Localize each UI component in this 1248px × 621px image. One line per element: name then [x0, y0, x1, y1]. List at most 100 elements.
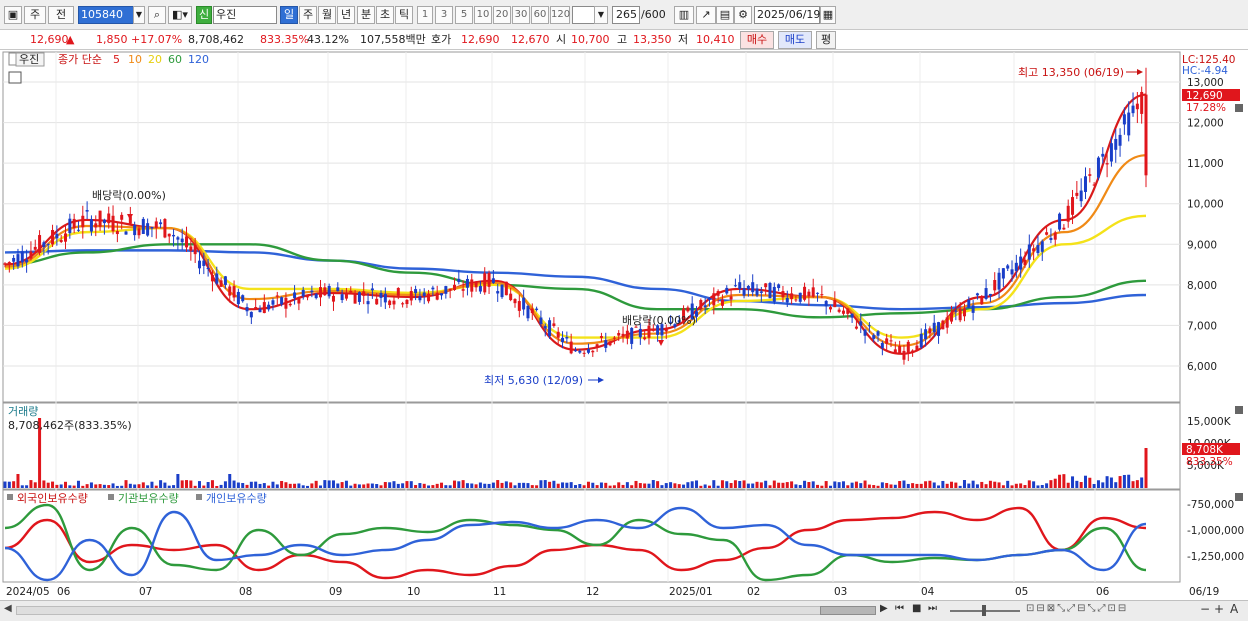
- period-day-button[interactable]: 일: [280, 6, 298, 24]
- volume-bar: [297, 483, 301, 488]
- horizontal-scrollbar[interactable]: [16, 606, 876, 615]
- interval-120-button[interactable]: 120: [550, 6, 570, 24]
- candle-body: [733, 285, 737, 287]
- eval-button[interactable]: 평: [816, 31, 836, 49]
- buy-button[interactable]: 매수: [740, 31, 774, 49]
- calendar-icon[interactable]: ▦: [820, 6, 836, 24]
- volume-bar: [154, 485, 158, 488]
- gear-icon[interactable]: ⚙: [734, 6, 752, 24]
- volume-bar: [846, 485, 850, 488]
- stock-name-field[interactable]: 우진: [213, 6, 277, 24]
- scroll-left-icon[interactable]: ◀: [4, 603, 12, 614]
- count-input[interactable]: 265: [612, 6, 640, 24]
- volume-bar: [102, 484, 106, 488]
- candle-body: [971, 305, 975, 313]
- interval-10-button[interactable]: 10: [474, 6, 492, 24]
- candle-body: [513, 299, 517, 304]
- candle-body: [599, 336, 603, 338]
- sell-button[interactable]: 매도: [778, 31, 812, 49]
- skip-back-icon[interactable]: ⏮: [895, 603, 904, 614]
- candle-body: [686, 307, 690, 312]
- candle-body: [327, 285, 331, 297]
- candle-body: [764, 283, 768, 288]
- scrollbar-thumb[interactable]: [820, 606, 876, 615]
- volume-bar: [924, 481, 928, 488]
- interval-dropdown-icon[interactable]: ▼: [594, 6, 608, 24]
- candle-body: [552, 323, 556, 327]
- interval-3-button[interactable]: 3: [435, 6, 453, 24]
- date-input[interactable]: 2025/06/19: [754, 6, 820, 24]
- candle-body: [72, 218, 76, 229]
- volume-bar: [539, 480, 543, 488]
- volume-bar: [137, 484, 141, 488]
- low-price: 10,410: [696, 33, 735, 46]
- candle-body: [1062, 227, 1066, 230]
- table-view-icon[interactable]: [8, 71, 22, 84]
- price-panel-close-icon[interactable]: [1235, 104, 1243, 112]
- candle-body: [902, 350, 906, 360]
- candle-body: [1045, 232, 1049, 235]
- volume-bar: [401, 483, 405, 488]
- price-tick-label: 10,000: [1187, 199, 1224, 211]
- drawing-tools-icons[interactable]: ⊡⊟⊠⤡⤢⊟⤡⤢⊡⊟: [1026, 603, 1128, 614]
- candle-body: [924, 329, 928, 340]
- market-select[interactable]: 주: [24, 6, 46, 24]
- zoom-slider-handle[interactable]: [982, 605, 986, 616]
- interval-30-button[interactable]: 30: [512, 6, 530, 24]
- scroll-right-icon[interactable]: ▶: [880, 603, 888, 614]
- interval-1-button[interactable]: 1: [417, 6, 433, 24]
- volume-panel-close-icon[interactable]: [1235, 406, 1243, 414]
- candle-body: [483, 273, 487, 293]
- period-minute-button[interactable]: 분: [357, 6, 375, 24]
- indicator-icon[interactable]: ↗: [696, 6, 716, 24]
- interval-20-button[interactable]: 20: [493, 6, 511, 24]
- period-year-button[interactable]: 년: [337, 6, 355, 24]
- volume-ratio: 833.35%: [260, 33, 309, 46]
- code-dropdown-icon[interactable]: ▼: [133, 6, 145, 24]
- ma-legend-120: 120: [188, 53, 209, 66]
- stock-chart[interactable]: 13,000 12,000 11,000 10,000 9,000 8,000 7,000 6…: [0, 50, 1248, 600]
- volume-bar: [474, 484, 478, 488]
- history-dropdown-icon[interactable]: ◧▾: [168, 6, 192, 24]
- prev-select[interactable]: 전: [48, 6, 74, 24]
- candle-body: [137, 228, 141, 236]
- candle-body: [651, 329, 655, 331]
- font-size-icon[interactable]: A: [1230, 602, 1238, 616]
- chart-area[interactable]: 13,000 12,000 11,000 10,000 9,000 8,000 7,000 6…: [0, 50, 1248, 600]
- volume-bar: [574, 485, 577, 488]
- x-tick-label: 2025/01: [669, 586, 713, 598]
- holdings-panel-close-icon[interactable]: [1235, 493, 1243, 501]
- zoom-out-icon[interactable]: −: [1200, 602, 1210, 616]
- volume-bar: [504, 481, 508, 488]
- candle-body: [159, 222, 163, 225]
- volume-bar: [703, 484, 707, 488]
- volume-bar: [457, 481, 461, 488]
- skip-forward-icon[interactable]: ⏭: [928, 603, 937, 614]
- candle-type-icon[interactable]: ▥: [674, 6, 694, 24]
- zoom-in-icon[interactable]: +: [1214, 602, 1224, 616]
- interval-5-button[interactable]: 5: [455, 6, 473, 24]
- stop-icon[interactable]: ■: [912, 603, 921, 614]
- volume-bar: [1144, 448, 1148, 488]
- legend-institution: 기관보유수량: [118, 492, 179, 505]
- search-icon[interactable]: ⌕: [148, 6, 166, 24]
- save-icon[interactable]: ▤: [716, 6, 734, 24]
- period-week-button[interactable]: 주: [299, 6, 317, 24]
- volume-bar: [452, 480, 456, 488]
- volume-bar: [660, 485, 664, 488]
- candle-body: [820, 294, 824, 296]
- high-annotation: 최고 13,350 (06/19): [1018, 66, 1124, 79]
- volume-bar: [638, 483, 642, 488]
- candle-body: [738, 282, 742, 289]
- candle-body: [526, 305, 530, 319]
- candle-body: [1032, 248, 1036, 252]
- x-tick-label: 10: [407, 586, 420, 598]
- volume-bar: [197, 481, 201, 488]
- window-icon[interactable]: ▣: [4, 6, 22, 24]
- period-second-button[interactable]: 초: [376, 6, 394, 24]
- interval-60-button[interactable]: 60: [531, 6, 549, 24]
- candle-body: [958, 308, 962, 321]
- period-month-button[interactable]: 월: [318, 6, 336, 24]
- volume-bar: [962, 480, 966, 488]
- period-tick-button[interactable]: 틱: [395, 6, 413, 24]
